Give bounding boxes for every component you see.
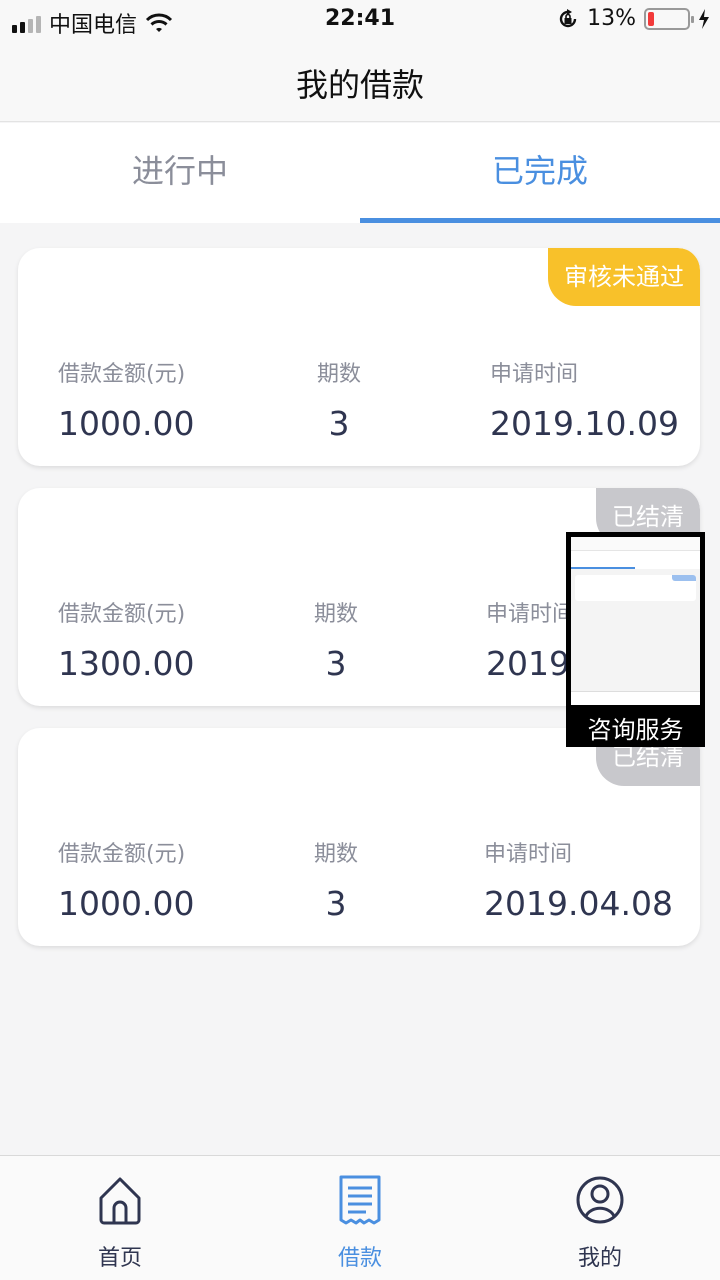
consult-preview-thumbnail: [571, 537, 700, 705]
periods-value: 3: [325, 644, 347, 683]
periods-value: 3: [325, 884, 347, 923]
receipt-icon: [339, 1175, 381, 1225]
tabbar-item-mine[interactable]: 我的: [480, 1156, 720, 1280]
status-tabs: 进行中 已完成: [0, 123, 720, 223]
tabbar-label: 借款: [337, 1246, 382, 1271]
amount-value: 1000.00: [58, 884, 195, 923]
amount-label: 借款金额(元): [58, 362, 186, 387]
battery-icon: [644, 7, 694, 30]
rotation-lock-icon: [559, 8, 577, 27]
periods-column: 期数 3: [314, 356, 364, 443]
battery-percent: 13%: [587, 6, 636, 31]
tab-label: 进行中: [131, 152, 228, 190]
tabbar-label: 我的: [577, 1246, 622, 1271]
periods-label: 期数: [316, 362, 361, 387]
user-icon: [576, 1176, 624, 1224]
page-title: 我的借款: [295, 66, 424, 104]
date-label: 申请时间: [490, 362, 579, 387]
tabbar-label: 首页: [97, 1246, 142, 1271]
navigation-bar: 我的借款: [0, 40, 720, 122]
periods-label: 期数: [313, 602, 358, 627]
date-value: 2019.10.09: [490, 404, 679, 443]
periods-column: 期数 3: [311, 836, 361, 923]
status-bar: 中国电信 22:41 13%: [0, 0, 720, 40]
tabbar-item-home[interactable]: 首页: [0, 1156, 240, 1280]
tab-completed[interactable]: 已完成: [360, 123, 720, 223]
amount-value: 1300.00: [58, 644, 195, 683]
tab-indicator: [360, 218, 720, 223]
amount-column: 借款金额(元) 1000.00: [58, 836, 194, 923]
amount-column: 借款金额(元) 1300.00: [58, 596, 194, 683]
consult-service-button[interactable]: 咨询服务: [566, 532, 705, 747]
loan-card[interactable]: 审核未通过 借款金额(元) 1000.00 期数 3 申请时间 2019.10.…: [18, 248, 700, 466]
date-label: 申请时间: [484, 842, 573, 867]
home-icon: [99, 1177, 141, 1225]
consult-label: 咨询服务: [587, 716, 684, 744]
periods-column: 期数 3: [311, 596, 361, 683]
date-column: 申请时间 2019.04.08: [484, 836, 673, 923]
status-right: 13%: [557, 6, 710, 31]
periods-value: 3: [328, 404, 350, 443]
charging-icon: [699, 8, 709, 29]
loan-card[interactable]: 已结清 借款金额(元) 1000.00 期数 3 申请时间 2019.04.08: [18, 728, 700, 946]
amount-value: 1000.00: [58, 404, 195, 443]
periods-label: 期数: [313, 842, 358, 867]
tab-label: 已完成: [491, 152, 588, 190]
tabbar-item-loan[interactable]: 借款: [240, 1156, 480, 1280]
status-badge: 审核未通过: [548, 248, 700, 306]
amount-label: 借款金额(元): [58, 842, 186, 867]
amount-column: 借款金额(元) 1000.00: [58, 356, 194, 443]
tab-in-progress[interactable]: 进行中: [0, 123, 360, 223]
bottom-tab-bar: 首页 借款 我的: [0, 1155, 720, 1280]
date-value: 2019.04.08: [484, 884, 673, 923]
date-column: 申请时间 2019.10.09: [490, 356, 679, 443]
amount-label: 借款金额(元): [58, 602, 186, 627]
